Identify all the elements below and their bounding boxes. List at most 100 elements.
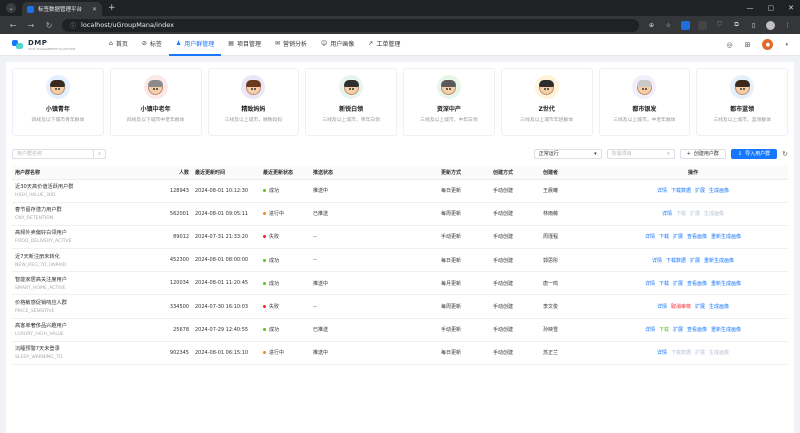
refresh-icon[interactable]: ↻ <box>782 150 788 158</box>
row-action-link[interactable]: 下载数据 <box>671 188 691 194</box>
row-action-link[interactable]: 扩展 <box>690 211 700 217</box>
row-action-link[interactable]: 扩展 <box>673 327 683 333</box>
row-action-link[interactable]: 下载数据 <box>671 350 691 356</box>
row-action-link[interactable]: 详情 <box>662 211 672 217</box>
extension-icon-2[interactable] <box>698 20 707 30</box>
status-filter-select[interactable]: 正常运行 ▾ <box>533 148 602 159</box>
row-action-link[interactable]: 下载 <box>659 327 669 333</box>
status-text: 成功 <box>269 188 280 195</box>
chevron-down-icon[interactable]: ▾ <box>785 42 788 48</box>
persona-card[interactable]: Z世代 三线及以上城市年轻群体 <box>500 68 593 136</box>
browser-menu-icon[interactable]: ⋮ <box>783 21 792 30</box>
nav-home[interactable]: ⌂ 首页 <box>102 34 135 56</box>
nav-tags[interactable]: ⊘ 标签 <box>135 34 169 56</box>
row-action-link[interactable]: 扩展 <box>673 281 683 287</box>
cell-creator: 唐一鸣 <box>540 271 598 296</box>
url-text: localhost/uGroupMana/index <box>81 21 174 29</box>
extension-icon[interactable] <box>681 20 690 30</box>
import-group-button[interactable]: ⇩ 导入用户群 <box>730 148 778 159</box>
persona-card[interactable]: 小镇中老年 四线及以下城市中老年群体 <box>109 68 202 136</box>
cell-push: 已推送 <box>310 318 438 342</box>
status-dot-icon <box>263 305 266 309</box>
grid-icon[interactable]: ⊞ <box>745 41 751 49</box>
row-action-link[interactable]: 扩展 <box>690 258 700 264</box>
nav-portrait[interactable]: ☺ 用户画像 <box>314 34 361 56</box>
new-tab-button[interactable]: + <box>108 3 116 13</box>
row-action-link[interactable]: 生成画像 <box>709 188 729 194</box>
row-action-link[interactable]: 详情 <box>652 258 662 264</box>
row-action-link[interactable]: 查看画像 <box>687 281 707 287</box>
zoom-icon[interactable]: ⊕ <box>647 21 656 30</box>
row-action-link[interactable]: 扩展 <box>695 350 705 356</box>
persona-name: 小镇青年 <box>45 106 70 113</box>
row-action-link[interactable]: 取消审核 <box>671 304 691 310</box>
forward-icon[interactable]: → <box>26 21 36 30</box>
persona-card[interactable]: 都市蓝领 三线及以上城市，蓝领群体 <box>696 68 788 136</box>
row-action-link[interactable]: 下载 <box>676 211 686 217</box>
row-action-link[interactable]: 下载 <box>659 281 669 287</box>
persona-name: 资深中产 <box>436 106 461 113</box>
create-group-button[interactable]: + 创建用户群 <box>679 148 726 159</box>
row-action-link[interactable]: 重新生成画像 <box>704 258 734 264</box>
sidepanel-icon[interactable]: ▯ <box>749 21 758 30</box>
nav-projects[interactable]: ▤ 项目管理 <box>221 34 268 56</box>
tab-menu-button[interactable]: ⌄ <box>6 3 16 13</box>
minimize-icon[interactable]: — <box>747 4 754 12</box>
nav-user-groups[interactable]: ♟ 用户群管理 <box>168 34 222 56</box>
table-row: 近7天新注册未转化 NEW_REG_7D_UNPAID 452300 2024-08-… <box>12 248 788 273</box>
nav-marketing[interactable]: ✉ 营销分析 <box>268 34 314 56</box>
bookmark-star-icon[interactable]: ☆ <box>664 21 673 30</box>
cell-name: 高频外卖偏好白领用户 FOOD_DELIVERY_ACTIVE <box>12 225 138 250</box>
row-action-link[interactable]: 生成画像 <box>704 211 724 217</box>
profile-icon[interactable] <box>766 20 775 30</box>
persona-card[interactable]: 新锐白领 三线及以上城市，青年白领 <box>305 68 397 136</box>
tab-title: 标签数据管理平台 <box>38 7 83 13</box>
row-action-link[interactable]: 扩展 <box>673 234 683 240</box>
persona-desc: 四线及以下城市青年群体 <box>31 118 85 123</box>
globe-icon[interactable]: ◎ <box>727 41 733 49</box>
row-action-link[interactable]: 重新生成画像 <box>711 234 741 240</box>
back-icon[interactable]: ← <box>8 21 18 30</box>
row-action-link[interactable]: 扩展 <box>695 304 705 310</box>
site-info-icon[interactable]: ⓘ <box>70 21 76 30</box>
row-action-link[interactable]: 下载数据 <box>666 258 686 264</box>
extensions-puzzle-icon[interactable]: ⧉ <box>732 21 741 30</box>
search-input[interactable]: 用户群名称 <box>12 148 94 159</box>
user-avatar[interactable]: ● <box>762 39 774 50</box>
row-action-link[interactable]: 下载 <box>659 234 669 240</box>
status-text: 失败 <box>269 304 280 311</box>
project-filter-select[interactable]: 所属项目 ▾ <box>606 148 675 159</box>
favicon-icon <box>27 5 34 13</box>
row-action-link[interactable]: 详情 <box>645 281 655 287</box>
persona-card[interactable]: 都市银发 三线及以上城市，中老年群体 <box>598 68 691 136</box>
maximize-icon[interactable]: ▢ <box>768 4 775 12</box>
persona-desc: 三线及以上城市，青年白领 <box>322 118 380 123</box>
row-action-link[interactable]: 重新生成画像 <box>711 327 741 333</box>
cell-time: 2024-08-01 06:15:10 <box>192 341 260 366</box>
row-action-link[interactable]: 生成画像 <box>709 304 729 310</box>
search-icon[interactable]: ⌕ <box>94 148 106 159</box>
nav-tickets[interactable]: ↗ 工单管理 <box>361 34 407 56</box>
row-action-link[interactable]: 扩展 <box>695 188 705 194</box>
browser-tab[interactable]: 标签数据管理平台 ✕ <box>22 2 102 16</box>
row-action-link[interactable]: 详情 <box>657 304 667 310</box>
row-action-link[interactable]: 查看画像 <box>687 327 707 333</box>
shield-extension-icon[interactable]: ⛉ <box>715 21 724 30</box>
row-action-link[interactable]: 详情 <box>645 234 655 240</box>
row-action-link[interactable]: 重新生成画像 <box>711 281 741 287</box>
group-name: 智能家居高关注度用户 <box>15 276 67 283</box>
row-action-link[interactable]: 详情 <box>645 327 655 333</box>
persona-card[interactable]: 资深中产 三线及以上城市，中年白领 <box>403 68 495 136</box>
close-tab-icon[interactable]: ✕ <box>92 6 97 13</box>
row-action-link[interactable]: 详情 <box>657 350 667 356</box>
row-action-link[interactable]: 详情 <box>657 188 667 194</box>
close-window-icon[interactable]: ✕ <box>788 4 794 12</box>
row-action-link[interactable]: 生成画像 <box>709 350 729 356</box>
app-logo[interactable]: DMP DATA MANAGEMENT PLATFORM <box>12 39 102 51</box>
reload-icon[interactable]: ↻ <box>44 21 54 30</box>
persona-card[interactable]: 小镇青年四线及以下城市青年群体 <box>12 68 104 136</box>
row-action-link[interactable]: 查看画像 <box>687 234 707 240</box>
cell-name: 沉睡预警7天未登录 SLEEP_WARNING_7D <box>12 341 138 366</box>
persona-card[interactable]: 精致妈妈 三线及以上城市，精致妈妈 <box>207 68 300 136</box>
address-bar[interactable]: ⓘ localhost/uGroupMana/index <box>62 18 639 32</box>
